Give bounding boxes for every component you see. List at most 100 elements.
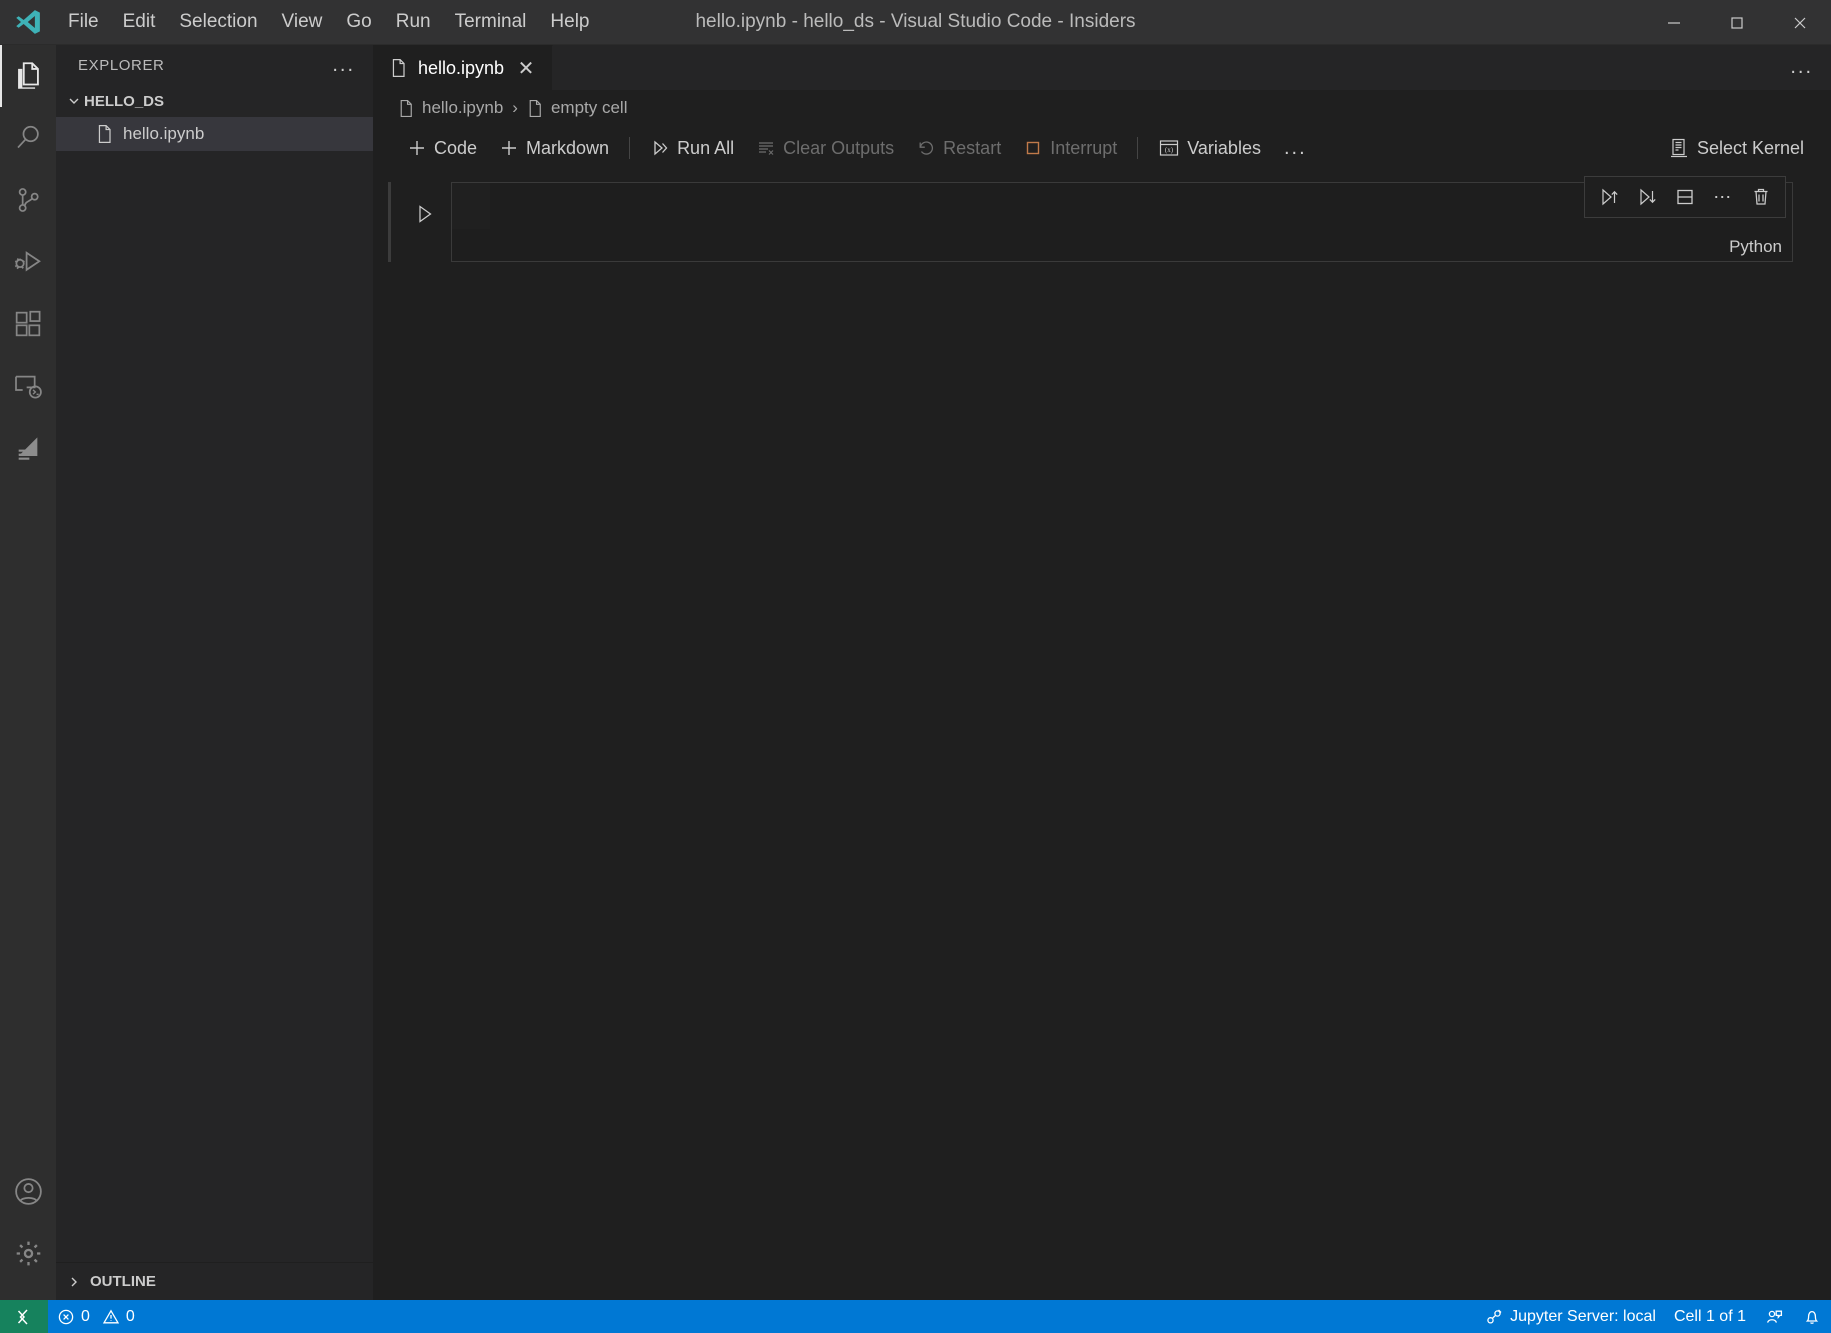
menu-edit[interactable]: Edit xyxy=(111,0,168,45)
breadcrumb-cell-icon xyxy=(527,99,544,118)
notebook-cell: ⋯ Python xyxy=(374,170,1831,262)
jupyter-server-status-button[interactable]: Jupyter Server: local xyxy=(1475,1300,1665,1333)
feedback-button[interactable] xyxy=(1755,1300,1793,1333)
run-all-button[interactable]: Run All xyxy=(639,132,745,164)
explorer-folder-label: HELLO_DS xyxy=(84,92,165,110)
add-markdown-cell-label: Markdown xyxy=(526,137,610,158)
file-icon xyxy=(96,124,114,144)
status-bar: 0 0 Jupyter Server: local Cell 1 of 1 xyxy=(0,1300,1831,1333)
chevron-right-icon xyxy=(64,1274,84,1290)
minimize-button[interactable] xyxy=(1642,0,1705,45)
restart-button[interactable]: Restart xyxy=(905,132,1012,164)
menu-file[interactable]: File xyxy=(56,0,111,45)
title-bar: File Edit Selection View Go Run Terminal… xyxy=(0,0,1831,45)
jupyter-server-icon xyxy=(1484,1307,1504,1327)
clear-outputs-button[interactable]: Clear Outputs xyxy=(745,132,905,164)
menu-go[interactable]: Go xyxy=(334,0,383,45)
activitybar-item-accounts[interactable] xyxy=(0,1160,56,1222)
extensions-icon xyxy=(12,308,44,340)
files-icon xyxy=(11,59,45,93)
restart-label: Restart xyxy=(943,137,1002,158)
remote-icon xyxy=(13,1306,35,1328)
menu-view[interactable]: View xyxy=(270,0,335,45)
menu-terminal[interactable]: Terminal xyxy=(443,0,539,45)
add-markdown-cell-button[interactable]: Markdown xyxy=(488,132,620,164)
outline-section-header[interactable]: OUTLINE xyxy=(56,1262,373,1300)
breadcrumb-separator: › xyxy=(512,98,518,117)
sidebar-more-actions-icon[interactable]: ... xyxy=(324,54,363,77)
sidebar-title: EXPLORER xyxy=(78,56,165,74)
warning-count: 0 xyxy=(125,1307,135,1325)
remote-indicator-button[interactable] xyxy=(0,1300,48,1333)
menu-selection[interactable]: Selection xyxy=(167,0,269,45)
run-below-icon xyxy=(1636,186,1658,208)
svg-text:(x): (x) xyxy=(1165,146,1174,154)
activity-bar xyxy=(0,45,56,1300)
toolbar-separator xyxy=(629,137,631,159)
plus-icon xyxy=(407,138,427,158)
error-icon xyxy=(57,1308,75,1326)
breadcrumb: hello.ipynb › empty cell xyxy=(374,90,1831,126)
clear-outputs-icon xyxy=(756,138,776,158)
tab-hello-ipynb[interactable]: hello.ipynb ✕ xyxy=(374,45,554,90)
notifications-button[interactable] xyxy=(1793,1300,1831,1333)
breadcrumb-item-cell[interactable]: empty cell xyxy=(527,98,627,118)
cell-language-selector[interactable]: Python xyxy=(1729,237,1782,257)
remote-explorer-icon xyxy=(12,370,44,402)
split-cell-button[interactable] xyxy=(1667,180,1703,214)
breadcrumb-file-icon xyxy=(398,99,415,118)
activitybar-item-search[interactable] xyxy=(0,107,56,169)
menu-help[interactable]: Help xyxy=(538,0,601,45)
variables-icon: (x) xyxy=(1158,138,1180,158)
interrupt-icon xyxy=(1023,138,1043,158)
vscode-window: File Edit Selection View Go Run Terminal… xyxy=(0,0,1831,1333)
cell-more-actions-button[interactable]: ⋯ xyxy=(1705,180,1741,214)
chevron-down-icon xyxy=(64,93,84,109)
run-above-button[interactable] xyxy=(1591,180,1627,214)
variables-button[interactable]: (x) Variables xyxy=(1147,132,1272,164)
run-below-button[interactable] xyxy=(1629,180,1665,214)
notebook-cell-list: ⋯ Python xyxy=(374,170,1831,1300)
run-all-label: Run All xyxy=(677,137,735,158)
vscode-logo-icon xyxy=(0,0,56,45)
source-control-icon xyxy=(12,184,44,216)
activitybar-item-extensions[interactable] xyxy=(0,293,56,355)
add-code-cell-button[interactable]: Code xyxy=(396,132,488,164)
tab-close-icon[interactable]: ✕ xyxy=(514,56,538,81)
notebook-more-actions-icon[interactable]: ... xyxy=(1272,137,1319,160)
activitybar-item-explorer[interactable] xyxy=(0,45,56,107)
delete-cell-button[interactable] xyxy=(1743,180,1779,214)
cell-editor-gutter xyxy=(452,183,490,229)
explorer-file-hello-ipynb[interactable]: hello.ipynb xyxy=(56,117,373,151)
kernel-icon xyxy=(1668,137,1690,159)
activitybar-item-remote-explorer[interactable] xyxy=(0,355,56,417)
workbench-body: EXPLORER ... HELLO_DS hello.ipynb OUTLIN… xyxy=(0,45,1831,1300)
close-button[interactable] xyxy=(1768,0,1831,45)
select-kernel-button[interactable]: Select Kernel xyxy=(1657,132,1815,164)
activitybar-item-source-control[interactable] xyxy=(0,169,56,231)
editor-more-actions-icon[interactable]: ... xyxy=(1772,45,1831,90)
execute-cell-button[interactable] xyxy=(409,198,441,230)
activitybar-item-jupyter[interactable] xyxy=(0,417,56,479)
activitybar-item-run-and-debug[interactable] xyxy=(0,231,56,293)
cell-position-status[interactable]: Cell 1 of 1 xyxy=(1665,1300,1755,1333)
sidebar: EXPLORER ... HELLO_DS hello.ipynb OUTLIN… xyxy=(56,45,374,1300)
trash-icon xyxy=(1750,186,1772,208)
error-count: 0 xyxy=(81,1307,90,1325)
menu-run[interactable]: Run xyxy=(384,0,443,45)
cell-run-column xyxy=(399,182,451,262)
restart-icon xyxy=(916,138,936,158)
sidebar-header: EXPLORER ... xyxy=(56,45,373,85)
select-kernel-label: Select Kernel xyxy=(1696,137,1804,158)
menu-bar: File Edit Selection View Go Run Terminal… xyxy=(56,0,602,45)
explorer-folder-header[interactable]: HELLO_DS xyxy=(56,85,373,117)
maximize-button[interactable] xyxy=(1705,0,1768,45)
interrupt-button[interactable]: Interrupt xyxy=(1012,132,1128,164)
problems-status-button[interactable]: 0 0 xyxy=(48,1300,144,1333)
run-above-icon xyxy=(1598,186,1620,208)
gear-icon xyxy=(12,1237,45,1270)
breadcrumb-item-file[interactable]: hello.ipynb xyxy=(398,98,503,118)
outline-label: OUTLINE xyxy=(90,1273,156,1290)
activitybar-item-settings[interactable] xyxy=(0,1222,56,1284)
run-all-icon xyxy=(650,138,670,158)
